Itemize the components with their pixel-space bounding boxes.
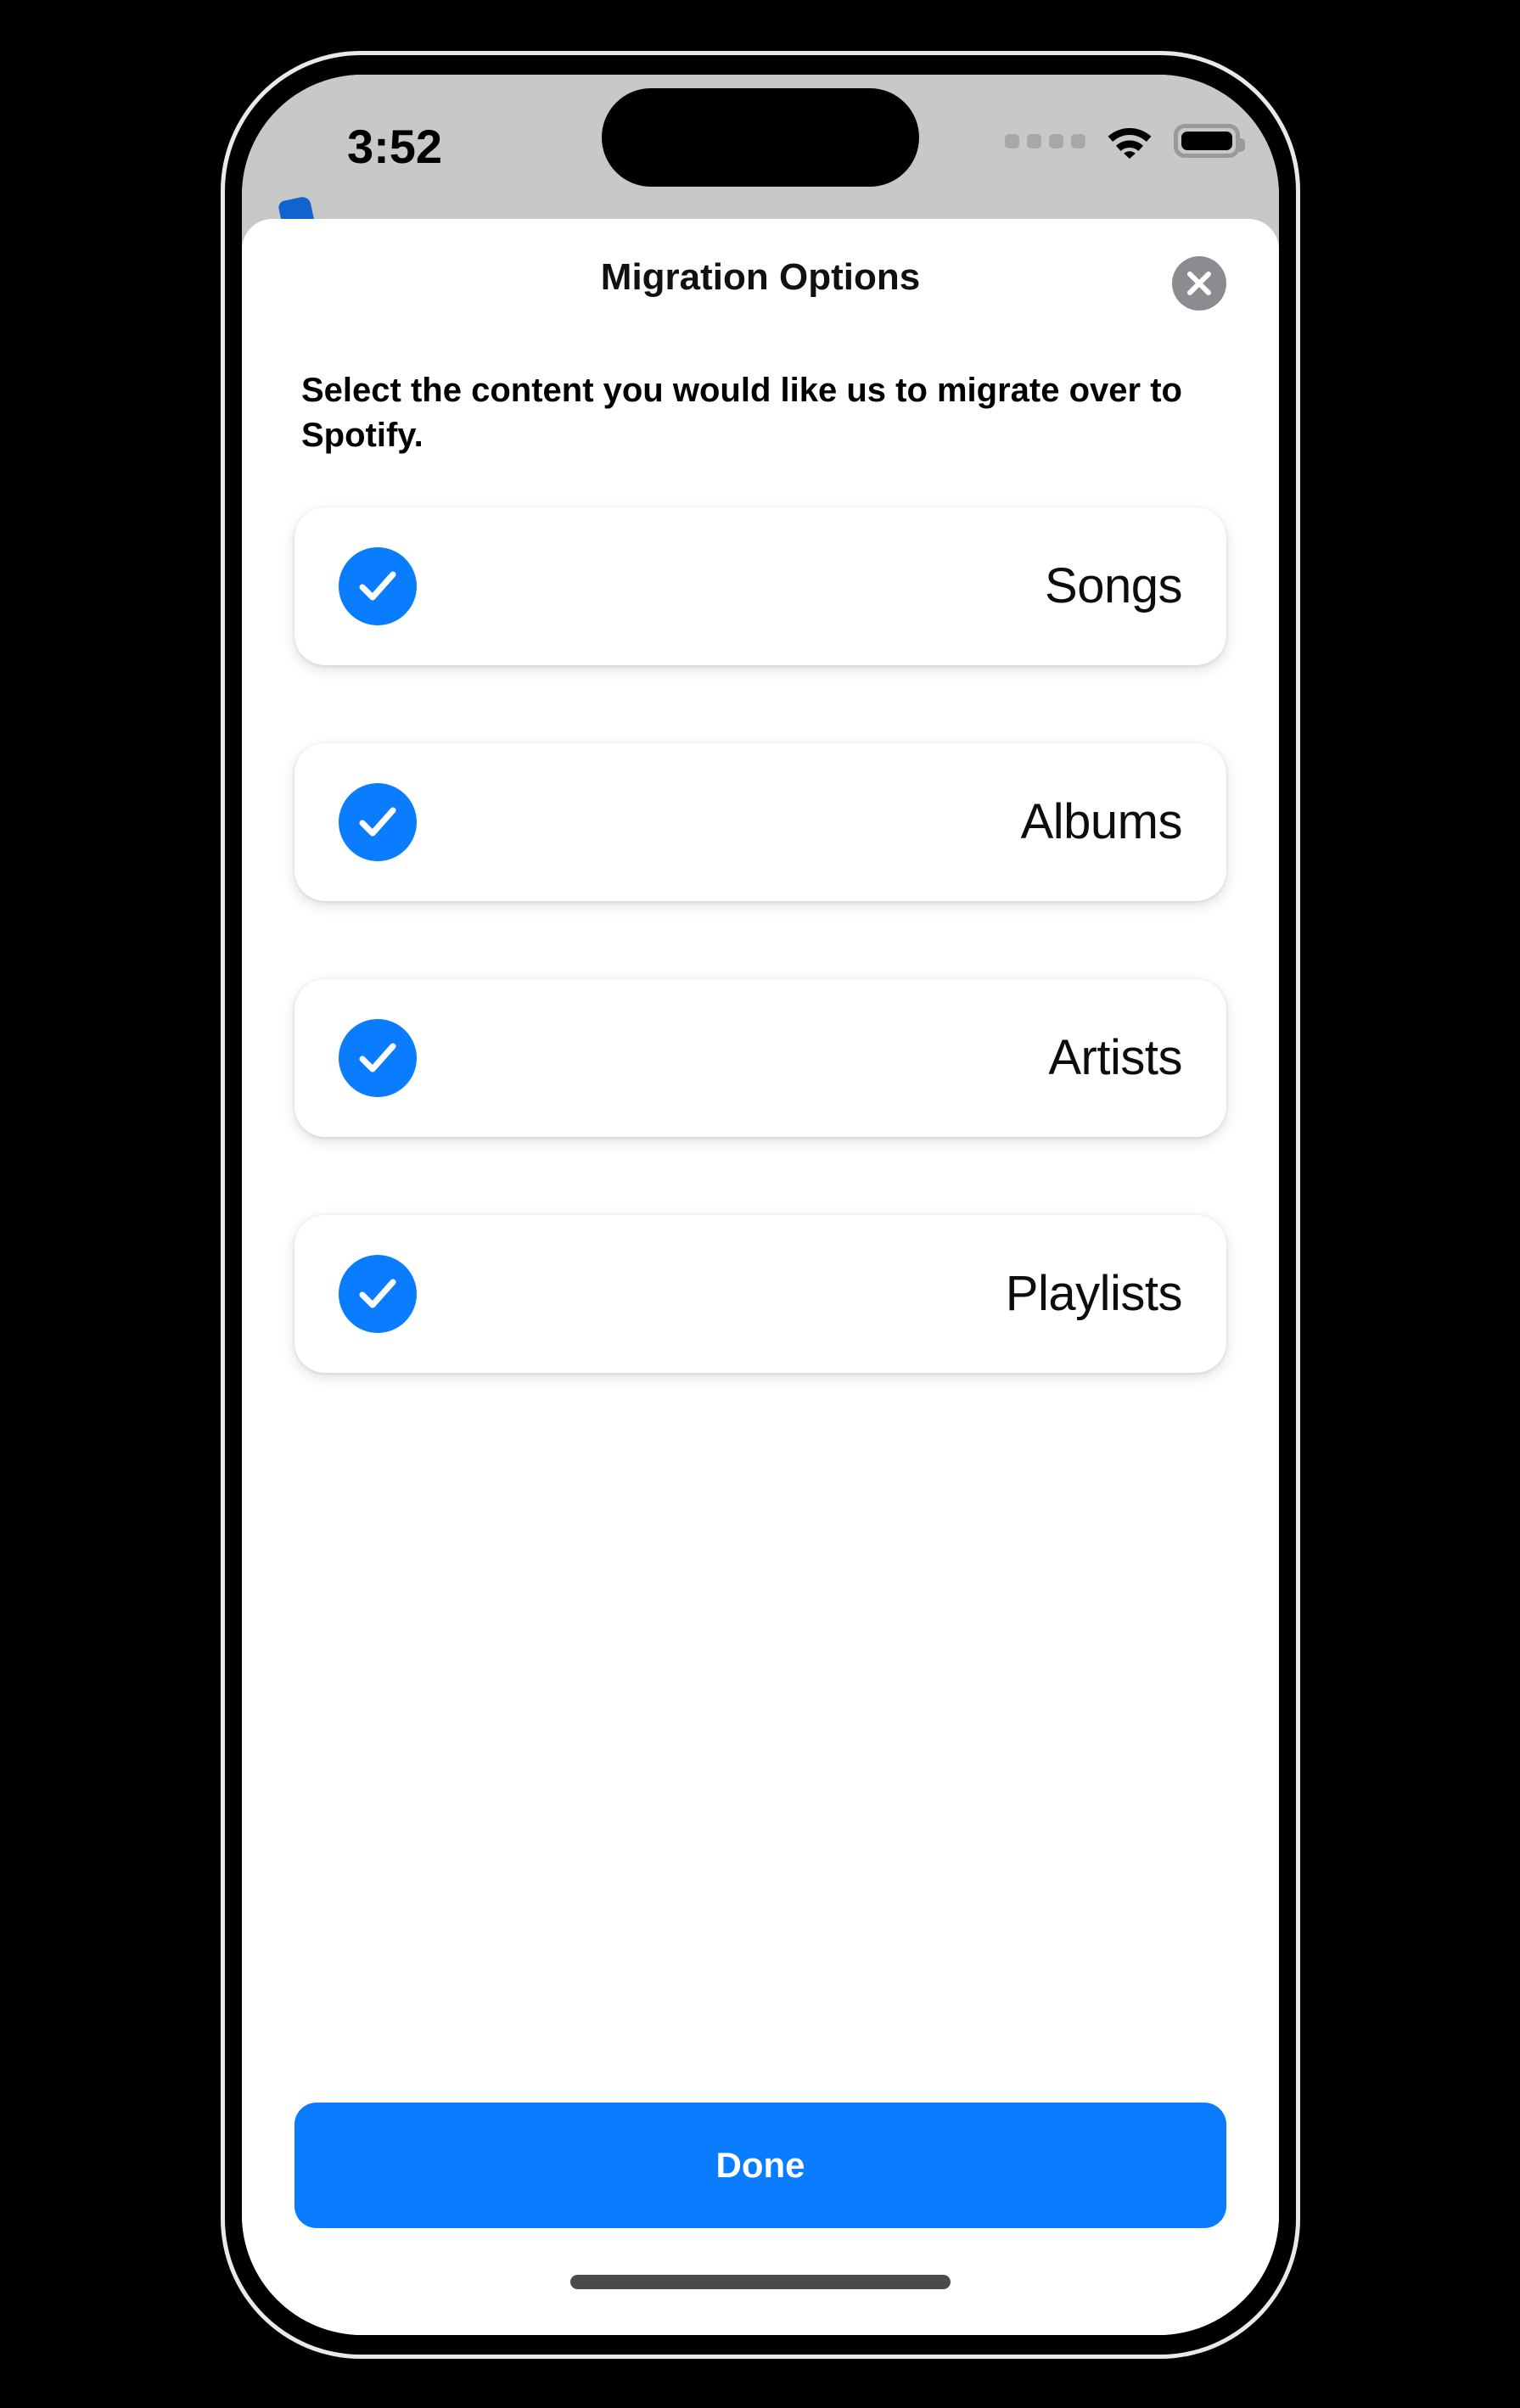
- option-label-albums: Albums: [1020, 794, 1183, 850]
- modal-footer: Done: [242, 2103, 1279, 2228]
- checkmark-icon: [359, 1043, 396, 1072]
- close-icon: [1187, 272, 1211, 295]
- home-indicator-area: [242, 2228, 1279, 2335]
- option-row-songs[interactable]: Songs: [294, 507, 1226, 665]
- status-bar-indicators: [1005, 117, 1245, 165]
- checkmark-icon: [359, 1279, 396, 1308]
- option-row-playlists[interactable]: Playlists: [294, 1214, 1226, 1373]
- status-bar-time: 3:52: [346, 120, 443, 173]
- battery-full-icon: [1174, 124, 1245, 158]
- dynamic-island: [602, 88, 919, 187]
- option-row-albums[interactable]: Albums: [294, 742, 1226, 901]
- done-button[interactable]: Done: [294, 2103, 1226, 2228]
- flex-spacer: [242, 1373, 1279, 2103]
- status-bar: 3:52: [242, 75, 1279, 210]
- migration-options-modal: Migration Options Select the content you…: [242, 219, 1279, 2335]
- modal-subtitle: Select the content you would like us to …: [301, 372, 1182, 454]
- wifi-icon: [1106, 123, 1153, 159]
- checkmark-icon: [359, 571, 396, 601]
- modal-title: Migration Options: [600, 256, 921, 298]
- home-indicator[interactable]: [570, 2274, 951, 2289]
- option-label-playlists: Playlists: [1005, 1266, 1183, 1322]
- checkbox-artists[interactable]: [339, 1018, 417, 1097]
- phone-screen: 3:52 Migration Options Select the conten…: [242, 75, 1279, 2335]
- screenshot-root: 3:52 Migration Options Select the conten…: [0, 0, 1520, 2408]
- checkbox-songs[interactable]: [339, 546, 417, 625]
- checkmark-icon: [359, 807, 396, 837]
- close-button[interactable]: [1172, 256, 1226, 311]
- checkbox-albums[interactable]: [339, 782, 417, 861]
- option-row-artists[interactable]: Artists: [294, 978, 1226, 1137]
- cellular-dots-icon: [1005, 133, 1085, 148]
- option-label-songs: Songs: [1045, 558, 1182, 614]
- migration-options-list: Songs Albums Artists Playlists: [242, 507, 1279, 1373]
- modal-header: Migration Options: [242, 219, 1279, 329]
- option-label-artists: Artists: [1048, 1030, 1182, 1086]
- checkbox-playlists[interactable]: [339, 1254, 417, 1333]
